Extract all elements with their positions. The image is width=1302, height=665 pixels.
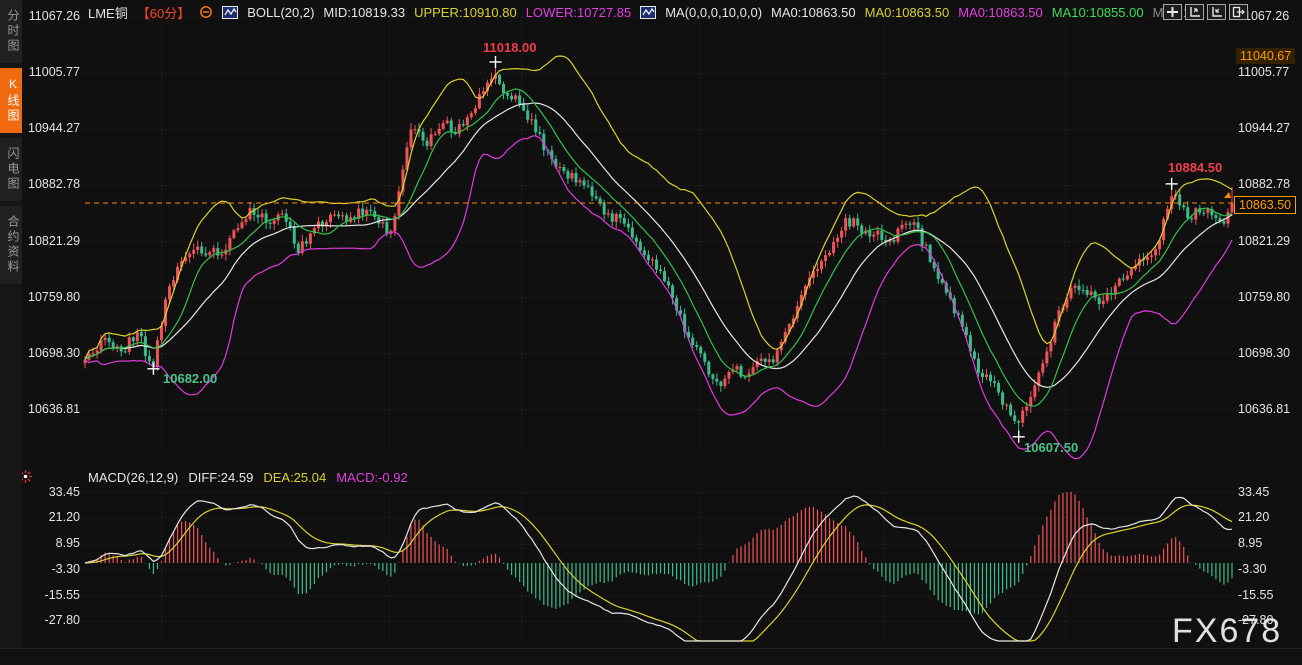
- symbol-label: LME铜: [88, 3, 128, 22]
- sidebar-tab-time-chart[interactable]: 分时图: [0, 0, 22, 63]
- session-high-badge: 11040.67: [1236, 48, 1295, 64]
- macd-axis-label: 8.95: [1238, 536, 1262, 550]
- sidebar: 分时图 K线图 闪电图 合约资料: [0, 0, 22, 665]
- price-axis-label: 10944.27: [28, 121, 80, 135]
- price-axis-label: 10944.27: [1238, 121, 1290, 135]
- main-chart-canvas[interactable]: [0, 0, 1302, 665]
- price-axis-label: 10636.81: [1238, 402, 1290, 416]
- boll-mid-value: MID:10819.33: [323, 5, 405, 20]
- sidebar-tab-kline-chart[interactable]: K线图: [0, 68, 22, 133]
- macd-axis-label: -15.55: [1238, 588, 1273, 602]
- circled-minus-icon[interactable]: [199, 5, 213, 19]
- ma10-value: MA10:10855.00: [1052, 5, 1144, 20]
- last-price-badge: 10863.50: [1234, 196, 1296, 214]
- boll-indicator-icon[interactable]: [222, 6, 238, 19]
- axis-zoom-in-icon[interactable]: [1185, 4, 1204, 20]
- macd-header: MACD(26,12,9) DIFF:24.59 DEA:25.04 MACD:…: [88, 470, 408, 485]
- axis-zoom-out-icon[interactable]: [1207, 4, 1226, 20]
- boll-lower-value: LOWER:10727.85: [526, 5, 632, 20]
- price-axis-label: 10759.80: [28, 290, 80, 304]
- price-axis-label: 10636.81: [28, 402, 80, 416]
- app-window: 分时图 K线图 闪电图 合约资料 LME铜 【60分】 BOLL(20,2) M…: [0, 0, 1302, 665]
- price-axis-label: 10759.80: [1238, 290, 1290, 304]
- macd-diff-value: DIFF:24.59: [188, 470, 253, 485]
- macd-axis-label: 33.45: [1238, 485, 1269, 499]
- price-axis-label: 10698.30: [1238, 346, 1290, 360]
- macd-axis-label: -27.80: [28, 613, 80, 627]
- peak-price-annotation: 11018.00: [483, 40, 537, 55]
- fx678-watermark: FX678: [1172, 612, 1282, 651]
- ma-indicator-icon[interactable]: [640, 6, 656, 19]
- period-label: 【60分】: [137, 3, 190, 22]
- macd-axis-label: -3.30: [28, 562, 80, 576]
- price-axis-label: 10698.30: [28, 346, 80, 360]
- price-axis-label: 11067.26: [28, 9, 80, 23]
- boll-upper-value: UPPER:10910.80: [414, 5, 517, 20]
- price-axis-label: 10821.29: [28, 234, 80, 248]
- price-axis-label: 11005.77: [1238, 65, 1289, 79]
- price-axis-label: 10882.78: [1238, 177, 1290, 191]
- recent-high-annotation: 10884.50: [1168, 160, 1222, 175]
- price-axis-label: 10821.29: [1238, 234, 1290, 248]
- crosshair-icon[interactable]: [1163, 4, 1182, 20]
- boll-label: BOLL(20,2): [247, 5, 314, 20]
- time-axis-bar: [0, 648, 1302, 665]
- ma3-value: MA0:10863.50: [958, 5, 1043, 20]
- ma1-value: MA0:10863.50: [771, 5, 856, 20]
- low-price-annotation: 10607.50: [1024, 440, 1078, 455]
- macd-axis-label: -3.30: [1238, 562, 1267, 576]
- macd-axis-label: 21.20: [1238, 510, 1269, 524]
- macd-axis-label: 21.20: [28, 510, 80, 524]
- macd-dea-value: DEA:25.04: [263, 470, 326, 485]
- indicator-header: LME铜 【60分】 BOLL(20,2) MID:10819.33 UPPER…: [88, 4, 1205, 20]
- ma2-value: MA0:10863.50: [865, 5, 950, 20]
- macd-axis-label: 8.95: [28, 536, 80, 550]
- macd-bar-value: MACD:-0.92: [336, 470, 408, 485]
- macd-axis-label: 33.45: [28, 485, 80, 499]
- macd-title: MACD(26,12,9): [88, 470, 178, 485]
- ma-group-label: MA(0,0,0,10,0,0): [665, 5, 762, 20]
- chart-toolbar: [1163, 4, 1248, 20]
- macd-axis-label: -15.55: [28, 588, 80, 602]
- sidebar-tab-lightning-chart[interactable]: 闪电图: [0, 138, 22, 201]
- price-axis-label: 10882.78: [28, 177, 80, 191]
- sidebar-tab-contract-info[interactable]: 合约资料: [0, 206, 22, 284]
- low-price-annotation: 10682.00: [163, 371, 217, 386]
- price-axis-label: 11005.77: [28, 65, 80, 79]
- pan-exit-icon[interactable]: [1229, 4, 1248, 20]
